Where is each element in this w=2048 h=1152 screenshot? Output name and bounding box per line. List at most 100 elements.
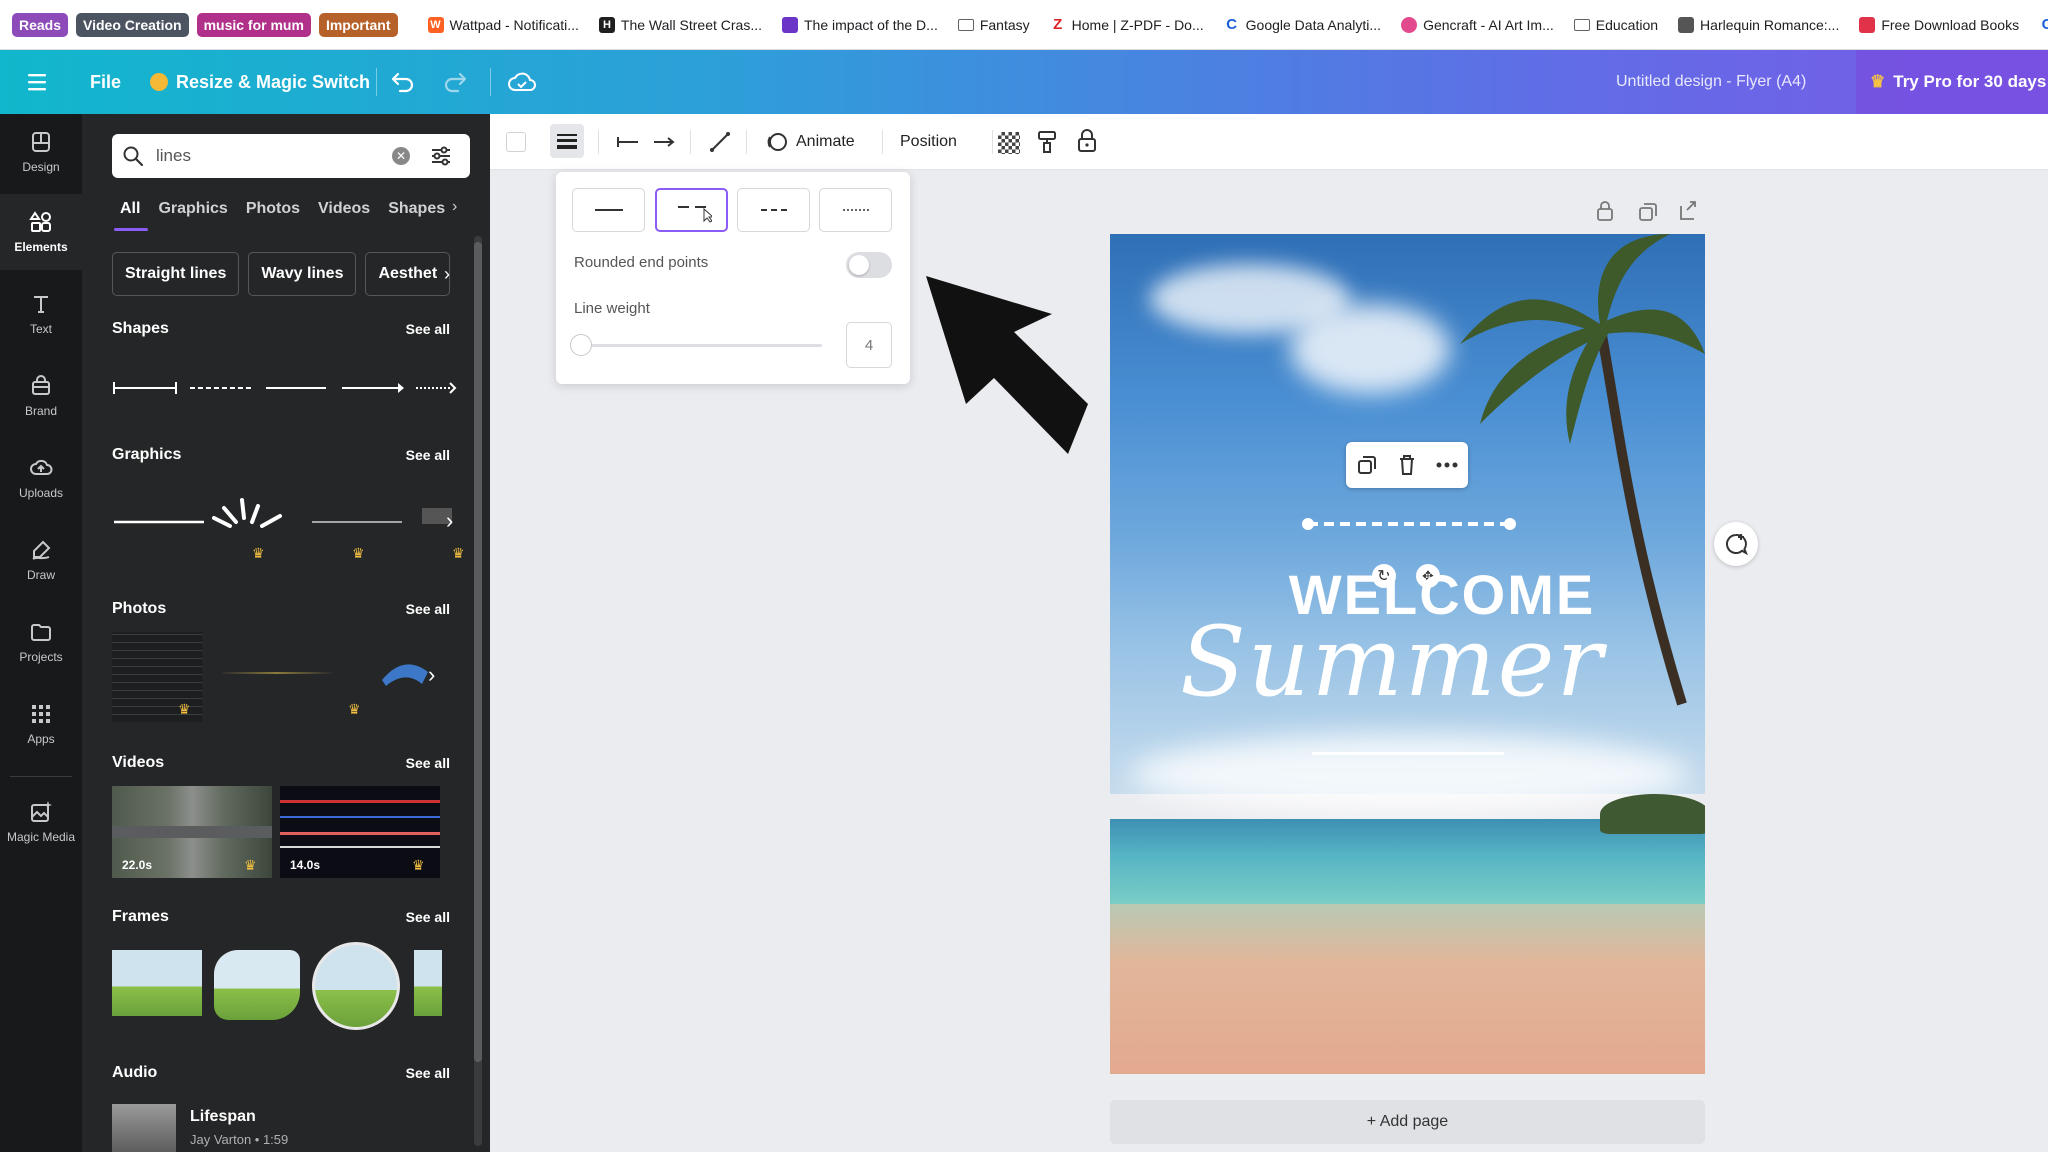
bookmark-chip-important[interactable]: Important xyxy=(318,12,398,37)
see-all-graphics[interactable]: See all xyxy=(406,447,450,463)
photo-thumbnail[interactable] xyxy=(222,672,332,674)
light-streak xyxy=(280,816,440,818)
bookmark-chip-music-for-mum[interactable]: music for mum xyxy=(196,12,311,37)
clear-search-icon[interactable]: ✕ xyxy=(392,147,410,165)
bookmark-harlequin[interactable]: Harlequin Romance:... xyxy=(1672,10,1845,40)
audio-thumbnail[interactable] xyxy=(112,1104,176,1152)
tab-videos[interactable]: Videos xyxy=(318,200,370,218)
add-page-button[interactable]: + Add page xyxy=(1110,1100,1705,1144)
line-weight-input[interactable]: 4 xyxy=(846,322,892,368)
file-menu[interactable]: File xyxy=(90,50,121,114)
lock-icon[interactable] xyxy=(1076,128,1098,154)
tab-photos[interactable]: Photos xyxy=(246,200,300,218)
line-type-icon[interactable] xyxy=(708,130,732,154)
line-style-long-dash[interactable] xyxy=(655,188,728,232)
animate-button[interactable]: Animate xyxy=(766,128,855,156)
line-style-icon-bar xyxy=(557,144,577,149)
redo-button[interactable] xyxy=(442,50,468,114)
tab-shapes[interactable]: Shapes xyxy=(388,200,445,218)
selected-dashed-line[interactable] xyxy=(1300,514,1520,534)
menu-button[interactable] xyxy=(28,50,50,114)
rail-elements[interactable]: Elements xyxy=(0,194,82,270)
suggestion-wavy-lines[interactable]: Wavy lines xyxy=(248,252,357,296)
line-weight-slider-thumb[interactable] xyxy=(570,334,592,356)
line-style-button[interactable] xyxy=(550,124,584,158)
transparency-icon[interactable] xyxy=(998,132,1020,154)
flyer-page[interactable]: ↻ ✥ WELCOME Summer xyxy=(1110,234,1705,1074)
photo-thumbnail[interactable]: › xyxy=(382,656,442,692)
bookmark-wattpad[interactable]: W Wattpad - Notificati... xyxy=(422,10,585,40)
bookmark-ho[interactable]: CHo xyxy=(2033,10,2048,40)
frame-rectangle[interactable] xyxy=(112,950,202,1016)
line-start-icon[interactable] xyxy=(616,132,640,152)
bookmark-folder-fantasy[interactable]: Fantasy xyxy=(952,10,1036,40)
bookmark-gencraft[interactable]: Gencraft - AI Art Im... xyxy=(1395,10,1560,40)
bookmark-impact[interactable]: The impact of the D... xyxy=(776,10,944,40)
solid-line-icon xyxy=(594,209,623,211)
video-thumbnail[interactable]: 14.0s ♛ xyxy=(280,786,440,878)
refresh-suggestion-button[interactable] xyxy=(1714,522,1758,566)
topbar-divider xyxy=(490,68,491,96)
line-weight-slider-track[interactable] xyxy=(574,344,822,347)
rail-brand[interactable]: Brand xyxy=(0,358,82,434)
bookmark-chip-video-creation[interactable]: Video Creation xyxy=(76,12,189,37)
document-title[interactable]: Untitled design - Flyer (A4) xyxy=(1616,50,1806,114)
frame-partial[interactable] xyxy=(414,950,442,1016)
rail-design[interactable]: Design xyxy=(0,114,82,190)
bookmark-folder-education[interactable]: Education xyxy=(1568,10,1664,40)
search-input[interactable] xyxy=(156,146,386,166)
see-all-shapes[interactable]: See all xyxy=(406,321,450,337)
duplicate-page-icon[interactable] xyxy=(1638,202,1658,222)
line-style-short-dash[interactable] xyxy=(737,188,810,232)
line-color-swatch[interactable] xyxy=(506,132,526,152)
tabs-next-icon[interactable]: › xyxy=(452,198,457,216)
bookmark-google-data[interactable]: C Google Data Analyti... xyxy=(1218,10,1387,40)
audio-title[interactable]: Lifespan xyxy=(190,1108,256,1126)
comment-plus-icon xyxy=(1726,533,1748,556)
bookmark-chip-reads[interactable]: Reads xyxy=(12,12,69,37)
filter-icon[interactable] xyxy=(430,145,452,167)
rail-projects[interactable]: Projects xyxy=(0,604,82,680)
see-all-frames[interactable]: See all xyxy=(406,909,450,925)
see-all-audio[interactable]: See all xyxy=(406,1065,450,1081)
trash-icon[interactable] xyxy=(1397,454,1417,476)
frame-circle[interactable] xyxy=(312,942,400,1030)
apps-icon xyxy=(32,705,50,723)
more-icon[interactable] xyxy=(1436,462,1458,468)
see-all-photos[interactable]: See all xyxy=(406,601,450,617)
try-pro-button[interactable]: ♛ Try Pro for 30 days xyxy=(1856,50,2048,114)
save-status-button[interactable] xyxy=(508,50,536,114)
see-all-videos[interactable]: See all xyxy=(406,755,450,771)
bookmark-zpdf[interactable]: Z Home | Z-PDF - Do... xyxy=(1044,10,1210,40)
rail-text[interactable]: Text xyxy=(0,276,82,352)
suggestion-straight-lines[interactable]: Straight lines xyxy=(112,252,240,296)
pro-crown-icon: ♛ xyxy=(352,545,365,561)
underline-divider[interactable] xyxy=(1312,752,1504,755)
bookmark-free-books[interactable]: Free Download Books xyxy=(1853,10,2025,40)
duplicate-icon[interactable] xyxy=(1356,454,1378,476)
rail-magic-media[interactable]: Magic Media xyxy=(0,784,82,860)
bookmark-wall-street[interactable]: H The Wall Street Cras... xyxy=(593,10,768,40)
tab-all[interactable]: All xyxy=(120,200,140,218)
lock-page-icon[interactable] xyxy=(1596,200,1614,222)
line-style-solid[interactable] xyxy=(572,188,645,232)
position-button[interactable]: Position xyxy=(900,128,957,156)
rounded-end-points-toggle[interactable] xyxy=(846,252,892,278)
panel-scrollbar-thumb[interactable] xyxy=(474,242,482,1062)
tab-graphics[interactable]: Graphics xyxy=(158,200,227,218)
suggestions-next-icon[interactable]: › xyxy=(444,264,450,285)
rail-uploads[interactable]: Uploads xyxy=(0,440,82,516)
video-thumbnail[interactable]: 22.0s ♛ xyxy=(112,786,272,878)
summer-script[interactable]: Summer xyxy=(1180,606,1602,718)
line-end-icon[interactable] xyxy=(652,132,676,152)
paint-format-icon[interactable] xyxy=(1036,130,1058,154)
rail-draw[interactable]: Draw xyxy=(0,522,82,598)
resize-magic-switch-button[interactable]: Resize & Magic Switch xyxy=(150,50,370,114)
rail-apps[interactable]: Apps xyxy=(0,686,82,762)
text-icon xyxy=(34,296,48,313)
line-style-dotted[interactable] xyxy=(819,188,892,232)
add-page-icon[interactable] xyxy=(1678,200,1698,222)
frame-cloud[interactable] xyxy=(214,950,300,1020)
undo-button[interactable] xyxy=(390,50,416,114)
suggestion-aesthetic[interactable]: Aesthet xyxy=(365,252,451,296)
